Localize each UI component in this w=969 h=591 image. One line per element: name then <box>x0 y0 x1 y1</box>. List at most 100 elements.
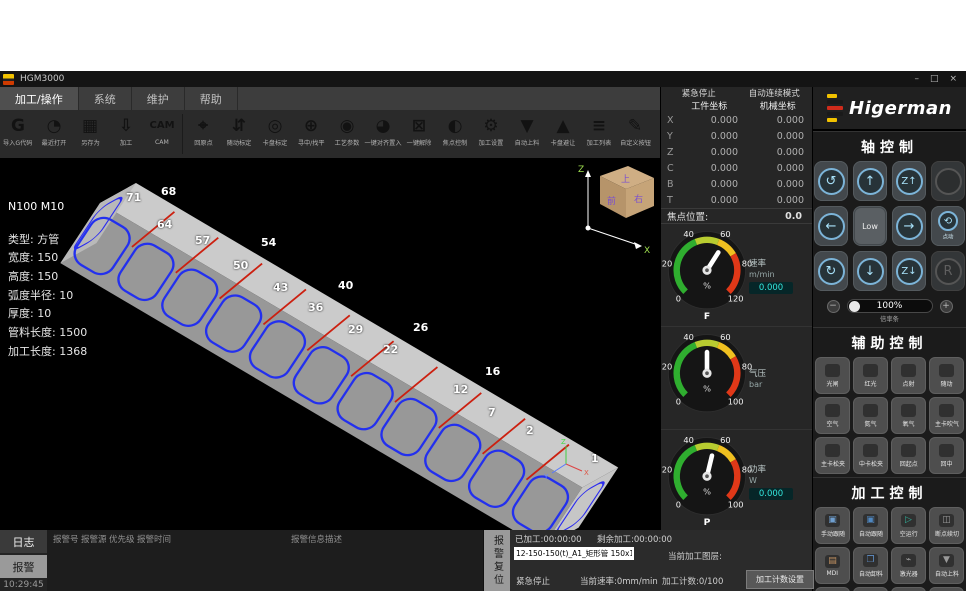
x-plus-button-icon: → <box>896 213 923 240</box>
toolbar-job-list[interactable]: ≡加工列表 <box>581 113 617 148</box>
toolbar-one-key-align[interactable]: ◕一键对齐置入 <box>365 113 401 148</box>
jog-mode-button[interactable]: ⟲点动 <box>931 206 965 246</box>
toolbar-follow-calibrate[interactable]: ⇵随动标定 <box>221 113 257 148</box>
red-light-button[interactable]: 红光 <box>853 357 888 394</box>
z-plus-button[interactable]: Z↑ <box>892 161 926 201</box>
menu-tab-2[interactable]: 维护 <box>132 87 185 110</box>
application-window: HGM3000 – □ × 加工/操作系统维护帮助 G导入G代码◔最近打开▦另存… <box>0 71 966 591</box>
bottom-tab-报警[interactable]: 报警 <box>0 555 47 578</box>
info-line-高度: 高度: 150 <box>8 268 87 287</box>
auto-unload-button-label: 自动卸料 <box>859 568 883 577</box>
part-number-label: 50 <box>233 259 248 272</box>
toolbar-recent-open[interactable]: ◔最近打开 <box>36 113 72 148</box>
machine-coord-header: 机械坐标 <box>744 99 813 112</box>
z-minus-button[interactable]: Z↓ <box>892 251 926 291</box>
toolbar-machining-settings[interactable]: ⚙加工设置 <box>473 113 509 148</box>
y-minus-button[interactable]: ↓ <box>853 251 887 291</box>
minimize-button[interactable]: – <box>914 74 919 84</box>
main-chuck-blow-button[interactable]: 主卡吹气 <box>929 397 964 434</box>
toolbar-chuck-avoid[interactable]: ▲卡盘避让 <box>545 113 581 148</box>
override-slider[interactable]: 100% <box>847 299 933 313</box>
main-chuck-clamp-button-label: 主卡松夹 <box>821 458 845 467</box>
dry-run-button[interactable]: ▷空运行 <box>891 507 926 544</box>
return-center-button[interactable]: 回中 <box>929 437 964 474</box>
light-gate-button-label: 光闸 <box>827 378 839 387</box>
toolbar-laser-head[interactable]: ⇩加工 <box>108 113 144 148</box>
override-minus-button[interactable]: − <box>827 300 840 313</box>
mdi-button[interactable]: ▤MDI <box>815 547 850 584</box>
menu-tab-1[interactable]: 系统 <box>79 87 132 110</box>
auto-load-button[interactable]: ▼自动上料 <box>929 547 964 584</box>
override-plus-button[interactable]: + <box>940 300 953 313</box>
toolbar-center-level[interactable]: ⊕寻中/找平 <box>293 113 329 148</box>
start-button[interactable]: ▶开始 <box>891 587 926 591</box>
reset-button[interactable]: ⟲复位 <box>815 587 850 591</box>
laser-device-button-label: 激光器 <box>900 568 918 577</box>
pause-button[interactable]: ▮▮暂停 <box>929 587 964 591</box>
x-plus-button[interactable]: → <box>892 206 926 246</box>
light-gate-button[interactable]: 光闸 <box>815 357 850 394</box>
auto-mode-label[interactable]: 自动连续模式 <box>737 87 813 99</box>
rotate-ccw-button[interactable]: ↺ <box>814 161 848 201</box>
y-plus-button[interactable]: ↑ <box>853 161 887 201</box>
toolbar-cam[interactable]: CAMCAM <box>144 113 180 146</box>
toolbar-process-params[interactable]: ◉工艺参数 <box>329 113 365 148</box>
follow-button[interactable]: 随动 <box>929 357 964 394</box>
current-file-field[interactable] <box>514 547 634 560</box>
z-minus-button-icon: Z↓ <box>896 258 923 285</box>
bottom-tab-日志[interactable]: 日志 <box>0 530 47 553</box>
clock-time: 10:29:45 <box>0 580 47 591</box>
svg-text:0: 0 <box>676 294 681 304</box>
dry-run-icon: ▷ <box>901 514 916 527</box>
aux-axis-1-button-icon <box>935 168 962 195</box>
override-slider-knob[interactable] <box>849 301 860 312</box>
menu-tab-3[interactable]: 帮助 <box>185 87 238 110</box>
x-minus-button[interactable]: ← <box>814 206 848 246</box>
aux-control-title: 辅助控制 <box>813 327 966 357</box>
svg-text:0: 0 <box>676 500 681 510</box>
auto-unload-button[interactable]: ❐自动卸料 <box>853 547 888 584</box>
oxygen-button[interactable]: 氧气 <box>891 397 926 434</box>
menu-tab-0[interactable]: 加工/操作 <box>0 87 79 110</box>
estop-button[interactable]: ●急停 <box>853 587 888 591</box>
spot-shot-button[interactable]: 点射 <box>891 357 926 394</box>
nitrogen-button[interactable]: 氮气 <box>853 397 888 434</box>
3d-viewport[interactable]: N100 M10 类型: 方管宽度: 150高度: 150弧度半径: 10厚度:… <box>0 158 660 530</box>
override-slider-row: − 100% + <box>813 299 966 313</box>
auto-follow-button[interactable]: ▣自动跟随 <box>853 507 888 544</box>
toolbar-home-origin[interactable]: ⌖回原点 <box>185 113 221 148</box>
maximize-button[interactable]: □ <box>930 74 939 84</box>
auto-unload-icon: ❐ <box>863 554 878 567</box>
toolbar-save-as[interactable]: ▦另存为 <box>72 113 108 148</box>
air-button[interactable]: 空气 <box>815 397 850 434</box>
machine-coord-value: 0.000 <box>748 131 812 142</box>
toolbar-auto-feed[interactable]: ▼自动上料 <box>509 113 545 148</box>
main-chuck-clamp-button[interactable]: 主卡松夹 <box>815 437 850 474</box>
low-speed-button[interactable]: Low <box>853 206 887 246</box>
laser-device-button[interactable]: ⌁激光器 <box>891 547 926 584</box>
chuck-avoid-icon: ▲ <box>556 113 569 138</box>
mid-chuck-clamp-button[interactable]: 中卡松夹 <box>853 437 888 474</box>
alarm-reset-button[interactable]: 报警复位 <box>484 530 510 591</box>
rotate-cw-button[interactable]: ↻ <box>814 251 848 291</box>
count-settings-button[interactable]: 加工计数设置 <box>746 570 814 589</box>
alarm-table[interactable]: 报警号报警源优先级报警时间报警信息描述 <box>47 530 484 591</box>
toolbar-chuck-calibrate[interactable]: ◎卡盘标定 <box>257 113 293 148</box>
part-number-label: 2 <box>526 424 534 437</box>
info-line-弧度半径: 弧度半径: 10 <box>8 287 87 306</box>
toolbar-item-label: 加工 <box>120 139 132 148</box>
return-start-button-label: 回起点 <box>900 458 918 467</box>
toolbar-custom-edit[interactable]: ✎自定义按钮 <box>617 113 653 148</box>
close-button[interactable]: × <box>949 74 957 84</box>
toolbar-focus-control[interactable]: ◐焦点控制 <box>437 113 473 148</box>
manual-follow-button[interactable]: ▣手动跟随 <box>815 507 850 544</box>
jog-mode-label: 点动 <box>943 232 954 240</box>
toolbar-one-key-release[interactable]: ⊠一键解除 <box>401 113 437 148</box>
breakpoint-resume-button[interactable]: ◫断点续切 <box>929 507 964 544</box>
toolbar-gcode-import[interactable]: G导入G代码 <box>0 113 36 148</box>
svg-text:60: 60 <box>720 435 731 445</box>
gauge-value: 0.000 <box>749 488 793 500</box>
estop-status-label[interactable]: 紧急停止 <box>661 87 737 99</box>
auto-load-button-label: 自动上料 <box>935 568 959 577</box>
return-start-button[interactable]: 回起点 <box>891 437 926 474</box>
